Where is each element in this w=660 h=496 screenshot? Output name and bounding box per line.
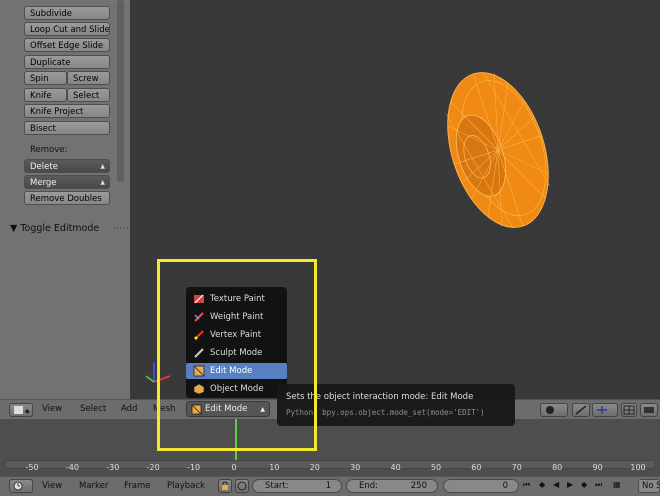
timeline-tick-label: 50: [430, 463, 442, 472]
timeline-tick-label: 20: [309, 463, 320, 472]
end-value: 250: [410, 481, 427, 491]
tool-shelf: Subdivide Loop Cut and Slide Offset Edge…: [0, 0, 132, 400]
timeline-tick-label: 80: [552, 463, 563, 472]
remove-doubles-button[interactable]: Remove Doubles: [24, 191, 110, 205]
lock-time-toggle[interactable]: [218, 479, 232, 493]
timeline-tick-label: 90: [592, 463, 603, 472]
knife-select-button[interactable]: Select: [67, 88, 110, 102]
manipulator-icon: [575, 405, 587, 415]
camera-icon: [644, 407, 654, 413]
offset-edge-slide-button[interactable]: Offset Edge Slide: [24, 38, 110, 52]
current-frame-field[interactable]: 0: [443, 479, 519, 493]
jump-end-icon[interactable]: ⏭: [595, 480, 602, 490]
audio-scrub-icon[interactable]: ▦: [613, 480, 621, 489]
marker-menu[interactable]: Marker: [79, 481, 108, 491]
clock-small-icon: [237, 481, 247, 491]
lock-icon: [222, 481, 228, 490]
spin-button[interactable]: Spin: [24, 71, 67, 85]
timeline-tick-label: 60: [471, 463, 482, 472]
svg-text:◆: ◆: [25, 408, 30, 415]
duplicate-button[interactable]: Duplicate: [24, 55, 110, 69]
screw-button[interactable]: Screw: [67, 71, 110, 85]
play-icon[interactable]: ▶: [567, 480, 573, 489]
playback-menu[interactable]: Playback: [167, 481, 205, 491]
end-label: End:: [359, 481, 379, 491]
transform-orientation-button[interactable]: [592, 403, 618, 417]
timeline-view-menu[interactable]: View: [42, 481, 62, 491]
timeline-tick-label: -10: [187, 463, 201, 472]
start-label: Start:: [265, 481, 289, 491]
select-menu[interactable]: Select: [80, 404, 106, 414]
translate-icon: [597, 406, 607, 414]
delete-label: Delete: [30, 162, 58, 172]
timeline-editor-type-button[interactable]: [9, 479, 33, 493]
pivot-point-button[interactable]: [540, 403, 568, 417]
timeline-tick-label: 100: [630, 463, 646, 472]
timeline-tick-label: -20: [146, 463, 160, 472]
preview-range-toggle[interactable]: [235, 479, 249, 493]
add-menu[interactable]: Add: [121, 404, 137, 414]
triangle-down-icon: ▼: [10, 223, 18, 234]
toggle-editmode-panel-header[interactable]: ▼ Toggle Editmode: [10, 223, 99, 234]
updown-arrows-icon: ▲▼: [100, 163, 105, 170]
editor-type-button[interactable]: ◆: [9, 403, 33, 417]
grid-icon: [623, 405, 635, 415]
timeline-tick-label: 70: [511, 463, 522, 472]
timeline-tick-label: -40: [65, 463, 79, 472]
current-frame-value: 0: [502, 481, 508, 491]
view3d-icon: ◆: [14, 406, 30, 415]
knife-project-button[interactable]: Knife Project: [24, 104, 110, 118]
timeline-tick-label: 10: [269, 463, 280, 472]
timeline-tick-label: 0: [231, 463, 237, 472]
pivot-icon: [546, 406, 554, 414]
merge-menu-button[interactable]: Merge ▲▼: [24, 175, 110, 189]
jump-start-icon[interactable]: ⏮: [523, 480, 530, 490]
sync-mode-dropdown[interactable]: No S: [638, 479, 660, 493]
manipulator-toggle[interactable]: [572, 403, 590, 417]
toggle-editmode-label: Toggle Editmode: [20, 223, 100, 234]
loop-cut-button[interactable]: Loop Cut and Slide: [24, 22, 110, 36]
frame-menu[interactable]: Frame: [124, 481, 150, 491]
view-menu[interactable]: View: [42, 404, 62, 414]
toolshelf-scrollbar[interactable]: [117, 0, 124, 182]
subdivide-button[interactable]: Subdivide: [24, 6, 110, 20]
timeline-tick-label: -30: [106, 463, 120, 472]
delete-menu-button[interactable]: Delete ▲▼: [24, 159, 110, 173]
updown-arrows-icon: ▲▼: [100, 179, 105, 186]
play-reverse-icon[interactable]: ◀: [553, 480, 559, 489]
timeline-tick-label: 30: [350, 463, 361, 472]
next-keyframe-icon[interactable]: ◆: [581, 480, 587, 489]
prev-keyframe-icon[interactable]: ◆: [539, 480, 545, 489]
start-frame-field[interactable]: Start: 1: [252, 479, 342, 493]
highlight-box: [157, 259, 317, 451]
end-frame-field[interactable]: End: 250: [346, 479, 438, 493]
playback-controls: ⏮ ◆ ◀ ▶ ◆ ⏭ ▦: [523, 479, 636, 493]
bisect-button[interactable]: Bisect: [24, 121, 110, 135]
timeline-tick-label: 40: [390, 463, 401, 472]
clock-icon: [13, 481, 23, 491]
merge-label: Merge: [30, 178, 57, 188]
knife-button[interactable]: Knife: [24, 88, 67, 102]
start-value: 1: [325, 481, 331, 491]
layers-button[interactable]: [621, 403, 637, 417]
timeline-tick-label: -50: [25, 463, 39, 472]
render-layer-button[interactable]: [640, 403, 658, 417]
remove-section-label: Remove:: [30, 145, 68, 155]
